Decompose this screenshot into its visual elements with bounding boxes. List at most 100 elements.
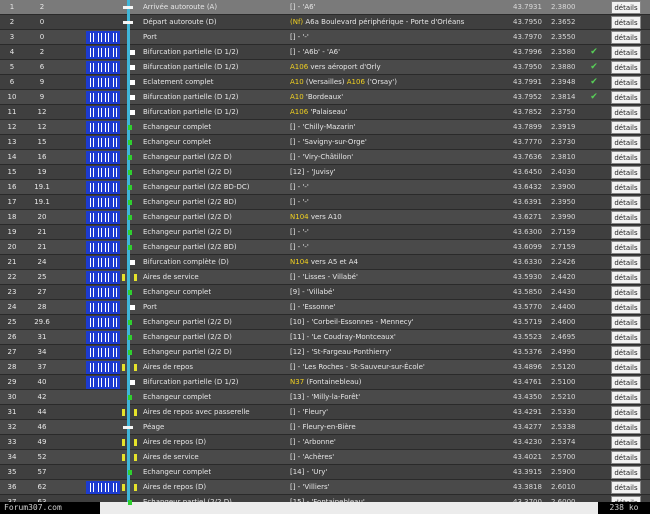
row-number: 5 bbox=[9, 63, 15, 71]
destination-text: [9] - 'Villabé' bbox=[290, 288, 335, 296]
details-button[interactable]: détails bbox=[611, 16, 641, 29]
details-button[interactable]: détails bbox=[611, 421, 641, 434]
rest-area-marker bbox=[122, 454, 125, 461]
details-button[interactable]: détails bbox=[611, 121, 641, 134]
row-km: 12 bbox=[37, 108, 47, 116]
row-latitude: 43.6330 bbox=[513, 258, 542, 266]
lane-mark bbox=[98, 33, 99, 42]
lane-mark bbox=[113, 348, 114, 357]
row-longitude: 2.4400 bbox=[551, 303, 576, 311]
row-destination: [] - 'Chilly-Mazarin' bbox=[290, 120, 512, 135]
lane-mark bbox=[108, 123, 109, 132]
lane-mark bbox=[93, 363, 94, 372]
row-latitude: 43.7950 bbox=[513, 18, 542, 26]
lane-mark bbox=[108, 243, 109, 252]
details-button[interactable]: détails bbox=[611, 46, 641, 59]
row-longitude: 2.3880 bbox=[551, 63, 576, 71]
row-latitude: 43.7899 bbox=[513, 123, 542, 131]
lanes-indicator-icon bbox=[86, 255, 120, 270]
row-latitude: 43.3915 bbox=[513, 468, 542, 476]
lane-mark bbox=[90, 108, 91, 117]
row-number: 31 bbox=[7, 408, 17, 416]
table-row: 14 16 Echangeur partiel (2/2 D) [] - 'Viry-… bbox=[0, 150, 650, 165]
row-destination: A106 vers aéroport d'Orly bbox=[290, 60, 512, 75]
lane-mark bbox=[93, 123, 94, 132]
details-button[interactable]: détails bbox=[611, 31, 641, 44]
details-button[interactable]: détails bbox=[611, 211, 641, 224]
details-button[interactable]: détails bbox=[611, 331, 641, 344]
details-button[interactable]: détails bbox=[611, 181, 641, 194]
details-button[interactable]: détails bbox=[611, 466, 641, 479]
row-type: Aires de service bbox=[143, 273, 199, 281]
details-button[interactable]: détails bbox=[611, 376, 641, 389]
rest-area-marker bbox=[134, 454, 137, 461]
row-latitude: 43.3700 bbox=[513, 498, 542, 502]
lanes-indicator-icon bbox=[86, 165, 120, 180]
row-longitude: 2.4430 bbox=[551, 288, 576, 296]
lane-mark bbox=[116, 183, 117, 192]
details-button[interactable]: détails bbox=[611, 346, 641, 359]
row-longitude: 2.3652 bbox=[551, 18, 576, 26]
lanes-indicator-icon bbox=[86, 150, 120, 165]
lane-mark bbox=[90, 378, 91, 387]
details-button[interactable]: détails bbox=[611, 361, 641, 374]
row-latitude: 43.4291 bbox=[513, 408, 542, 416]
details-button[interactable]: détails bbox=[611, 286, 641, 299]
row-km: 20 bbox=[37, 213, 47, 221]
lane-mark bbox=[90, 303, 91, 312]
row-destination: [15] - 'Fontainebleau' bbox=[290, 495, 512, 502]
row-km: 40 bbox=[37, 378, 47, 386]
row-km: 29.6 bbox=[34, 318, 50, 326]
lane-mark bbox=[105, 363, 106, 372]
row-type: Echangeur complet bbox=[143, 393, 212, 401]
details-button[interactable]: détails bbox=[611, 136, 641, 149]
details-button[interactable]: détails bbox=[611, 406, 641, 419]
details-button[interactable]: détails bbox=[611, 241, 641, 254]
row-km: 37 bbox=[37, 363, 47, 371]
details-button[interactable]: détails bbox=[611, 301, 641, 314]
lane-arrows-icon bbox=[86, 271, 120, 284]
row-longitude: 2.3550 bbox=[551, 33, 576, 41]
table-row: 28 37 Aires de repos [] - 'Les Roches - St-… bbox=[0, 360, 650, 375]
lane-mark bbox=[108, 33, 109, 42]
details-button[interactable]: détails bbox=[611, 76, 641, 89]
lane-mark bbox=[116, 303, 117, 312]
lane-mark bbox=[93, 273, 94, 282]
lane-mark bbox=[108, 213, 109, 222]
details-button[interactable]: détails bbox=[611, 91, 641, 104]
row-km: 27 bbox=[37, 288, 47, 296]
lane-arrows-icon bbox=[86, 316, 120, 329]
details-button[interactable]: détails bbox=[611, 226, 641, 239]
details-button[interactable]: détails bbox=[611, 166, 641, 179]
row-km: 46 bbox=[37, 423, 47, 431]
road-ref: N104 bbox=[290, 213, 311, 221]
details-button[interactable]: détails bbox=[611, 451, 641, 464]
details-button[interactable]: détails bbox=[611, 256, 641, 269]
lane-mark bbox=[90, 93, 91, 102]
details-button[interactable]: détails bbox=[611, 1, 641, 14]
footer-progress-area bbox=[100, 502, 598, 514]
row-type: Port bbox=[143, 303, 157, 311]
row-latitude: 43.7952 bbox=[513, 93, 542, 101]
row-destination: [] - 'Fleury' bbox=[290, 405, 512, 420]
details-button[interactable]: détails bbox=[611, 271, 641, 284]
details-button[interactable]: détails bbox=[611, 391, 641, 404]
details-button[interactable]: détails bbox=[611, 316, 641, 329]
details-button[interactable]: détails bbox=[611, 61, 641, 74]
lane-mark bbox=[90, 213, 91, 222]
lane-mark bbox=[101, 138, 102, 147]
lane-mark bbox=[113, 123, 114, 132]
details-button[interactable]: détails bbox=[611, 106, 641, 119]
lane-mark bbox=[105, 348, 106, 357]
lanes-indicator-icon bbox=[86, 285, 120, 300]
details-button[interactable]: détails bbox=[611, 436, 641, 449]
interchange-marker bbox=[128, 170, 132, 175]
lane-mark bbox=[98, 78, 99, 87]
checkmark-icon: ✔ bbox=[590, 62, 598, 72]
row-destination: [] - 'Arbonne' bbox=[290, 435, 512, 450]
details-button[interactable]: détails bbox=[611, 151, 641, 164]
details-button[interactable]: détails bbox=[611, 481, 641, 494]
row-km: 25 bbox=[37, 273, 47, 281]
lane-arrows-icon bbox=[86, 376, 120, 389]
details-button[interactable]: détails bbox=[611, 196, 641, 209]
